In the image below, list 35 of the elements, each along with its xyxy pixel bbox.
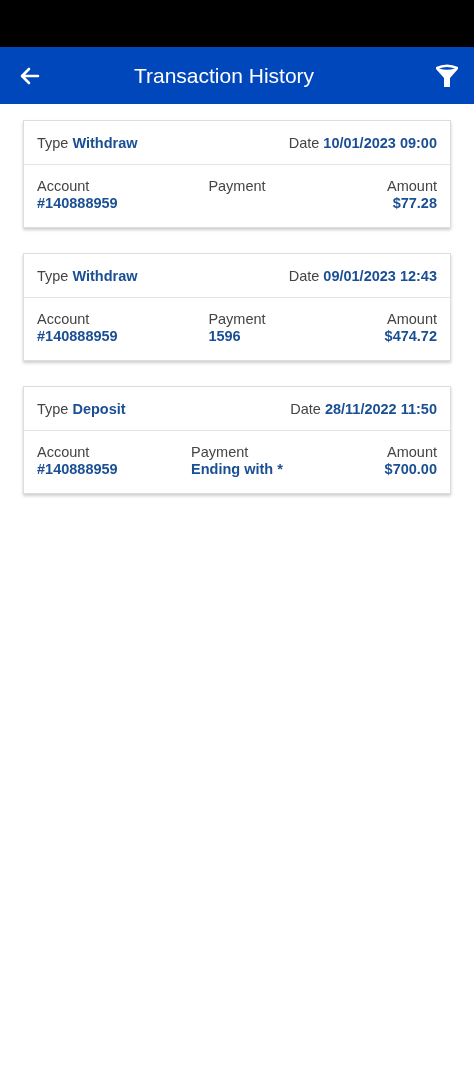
type-value: Withdraw (72, 134, 138, 151)
filter-icon (434, 62, 460, 89)
payment-value: Ending with * (191, 461, 283, 477)
filter-button[interactable] (434, 62, 460, 89)
amount-label: Amount (387, 178, 437, 194)
type-value: Deposit (72, 400, 126, 417)
payment-label: Payment (208, 311, 266, 327)
date-label: Date (288, 134, 320, 151)
transaction-card[interactable]: Type Deposit Date 28/11/2022 11:50 Account #140888959 Payment Ending with * Amount $700.00 (23, 386, 451, 494)
type-value: Withdraw (72, 267, 138, 284)
account-value: #140888959 (37, 328, 119, 344)
date-label: Date (290, 400, 321, 417)
payment-label: Payment (208, 178, 266, 194)
date-value: 09/01/2023 12:43 (323, 267, 437, 284)
account-label: Account (37, 178, 91, 194)
account-label: Account (37, 444, 91, 460)
transaction-card[interactable]: Type Withdraw Date 10/01/2023 09:00 Account #140888959 Payment Amount $77.28 (23, 120, 451, 228)
payment-value: 1596 (208, 328, 242, 344)
account-value: #140888959 (37, 461, 119, 477)
account-label: Account (37, 311, 91, 327)
amount-value: $77.28 (392, 195, 437, 211)
date-value: 10/01/2023 09:00 (323, 134, 437, 151)
type-label: Type (37, 400, 69, 417)
amount-label: Amount (387, 311, 437, 327)
screen-title: Transaction History (132, 63, 316, 88)
amount-label: Amount (387, 444, 437, 460)
transaction-card[interactable]: Type Withdraw Date 09/01/2023 12:43 Account #140888959 Payment 1596 Amount $474.72 (23, 253, 451, 361)
amount-value: $700.00 (384, 461, 437, 477)
date-label: Date (288, 267, 320, 284)
payment-label: Payment (191, 444, 250, 460)
type-label: Type (37, 134, 69, 151)
date-value: 28/11/2022 11:50 (324, 400, 437, 417)
amount-value: $474.72 (384, 328, 437, 344)
account-value: #140888959 (37, 195, 119, 211)
type-label: Type (37, 267, 69, 284)
